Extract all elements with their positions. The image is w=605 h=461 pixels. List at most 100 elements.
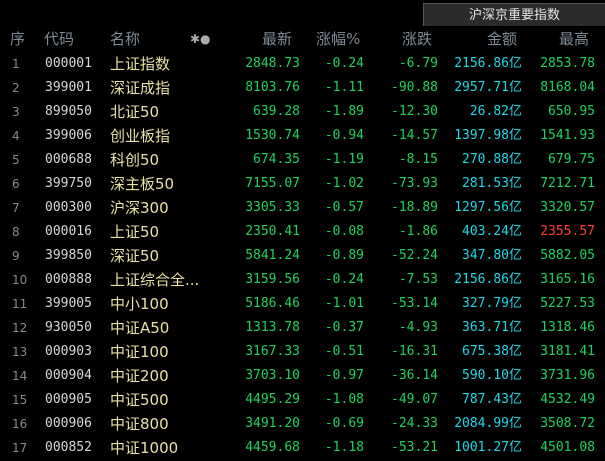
row-change-pct: -1.01: [324, 296, 364, 311]
table-row[interactable]: 1 000001 上证指数 2848.73 -0.24 -6.79 2156.86亿 2853…: [0, 52, 605, 76]
header-last-price[interactable]: 最新: [262, 26, 292, 52]
row-code: 000904: [45, 368, 92, 383]
table-row[interactable]: 17 000852 中证1000 4459.68 -1.18 -53.21 1001.27亿…: [0, 436, 605, 460]
header-high[interactable]: 最高: [559, 26, 589, 52]
row-index: 11: [12, 297, 28, 311]
header-name[interactable]: 名称: [110, 26, 140, 52]
row-code: 000852: [45, 440, 92, 455]
table-row[interactable]: 3 899050 北证50 639.28 -1.89 -12.30 26.82亿 650.95: [0, 100, 605, 124]
row-change-pct: -0.97: [324, 368, 364, 383]
favorite-star-icon[interactable]: ✱●: [190, 26, 211, 52]
table-row[interactable]: 15 000905 中证500 4495.29 -1.08 -49.07 787.43亿 45…: [0, 388, 605, 412]
row-amount: 281.53亿: [462, 176, 522, 191]
row-change: -53.21: [391, 440, 438, 455]
row-index: 15: [12, 393, 28, 407]
row-index: 3: [12, 105, 20, 119]
row-change-pct: -1.18: [324, 440, 364, 455]
table-row[interactable]: 4 399006 创业板指 1530.74 -0.94 -14.57 1397.98亿 154…: [0, 124, 605, 148]
row-change-pct: -0.51: [324, 344, 364, 359]
row-last-price: 4459.68: [245, 440, 300, 455]
row-amount: 363.71亿: [462, 320, 522, 335]
row-code: 399850: [45, 248, 92, 263]
row-change: -8.15: [398, 152, 438, 167]
row-high: 3165.16: [540, 272, 595, 287]
row-last-price: 2350.41: [245, 224, 300, 239]
row-index: 13: [12, 345, 28, 359]
row-index: 2: [12, 81, 20, 95]
row-index: 17: [12, 441, 28, 455]
row-amount: 675.38亿: [462, 344, 522, 359]
row-code: 000888: [45, 272, 92, 287]
table-row[interactable]: 12 930050 中证A50 1313.78 -0.37 -4.93 363.71亿 131…: [0, 316, 605, 340]
row-high: 1318.46: [540, 320, 595, 335]
row-change-pct: -0.69: [324, 416, 364, 431]
row-amount: 403.24亿: [462, 224, 522, 239]
header-change[interactable]: 涨跌: [402, 26, 432, 52]
row-code: 899050: [45, 104, 92, 119]
row-high: 5227.53: [540, 296, 595, 311]
tab-important-indices[interactable]: 沪深京重要指数: [423, 3, 605, 26]
row-index: 6: [12, 177, 20, 191]
row-change: -1.86: [398, 224, 438, 239]
row-code: 399750: [45, 176, 92, 191]
table-row[interactable]: 10 000888 上证综合全... 3159.56 -0.24 -7.53 2156.86…: [0, 268, 605, 292]
row-change: -53.14: [391, 296, 438, 311]
row-change-pct: -1.02: [324, 176, 364, 191]
row-index: 14: [12, 369, 28, 383]
table-row[interactable]: 13 000903 中证100 3167.33 -0.51 -16.31 675.38亿 31…: [0, 340, 605, 364]
row-amount: 787.43亿: [462, 392, 522, 407]
row-high: 4501.08: [540, 440, 595, 455]
row-high: 3181.41: [540, 344, 595, 359]
row-code: 000688: [45, 152, 92, 167]
row-change: -90.88: [391, 80, 438, 95]
row-change: -6.79: [398, 56, 438, 71]
row-last-price: 1313.78: [245, 320, 300, 335]
table-row[interactable]: 7 000300 沪深300 3305.33 -0.57 -18.89 1297.56亿 33…: [0, 196, 605, 220]
table-row[interactable]: 14 000904 中证200 3703.10 -0.97 -36.14 590.10亿 37…: [0, 364, 605, 388]
row-amount: 26.82亿: [469, 104, 522, 119]
row-last-price: 7155.07: [245, 176, 300, 191]
row-change: -49.07: [391, 392, 438, 407]
row-high: 3508.72: [540, 416, 595, 431]
row-change-pct: -0.08: [324, 224, 364, 239]
row-change: -4.93: [398, 320, 438, 335]
row-high: 7212.71: [540, 176, 595, 191]
row-last-price: 674.35: [253, 152, 300, 167]
row-amount: 347.80亿: [462, 248, 522, 263]
row-index: 10: [12, 273, 28, 287]
row-amount: 2084.99亿: [454, 416, 522, 431]
row-index: 7: [12, 201, 20, 215]
table-row[interactable]: 5 000688 科创50 674.35 -1.19 -8.15 270.88亿 679.75: [0, 148, 605, 172]
row-last-price: 2848.73: [245, 56, 300, 71]
row-last-price: 3167.33: [245, 344, 300, 359]
row-index: 5: [12, 153, 20, 167]
row-change: -7.53: [398, 272, 438, 287]
table-row[interactable]: 11 399005 中小100 5186.46 -1.01 -53.14 327.79亿 52…: [0, 292, 605, 316]
header-change-pct[interactable]: 涨幅%: [316, 26, 360, 52]
header-code[interactable]: 代码: [44, 26, 74, 52]
row-high: 1541.93: [540, 128, 595, 143]
row-index: 9: [12, 249, 20, 263]
row-index: 12: [12, 321, 28, 335]
row-code: 000906: [45, 416, 92, 431]
row-change-pct: -0.57: [324, 200, 364, 215]
row-change: -36.14: [391, 368, 438, 383]
row-code: 399005: [45, 296, 92, 311]
table-row[interactable]: 2 399001 深证成指 8103.76 -1.11 -90.88 2957.71亿 816…: [0, 76, 605, 100]
header-index[interactable]: 序: [10, 26, 25, 52]
row-change: -73.93: [391, 176, 438, 191]
table-row[interactable]: 9 399850 深证50 5841.24 -0.89 -52.24 347.80亿 5882…: [0, 244, 605, 268]
row-last-price: 1530.74: [245, 128, 300, 143]
row-change-pct: -1.89: [324, 104, 364, 119]
header-amount[interactable]: 金额: [487, 26, 517, 52]
table-row[interactable]: 6 399750 深主板50 7155.07 -1.02 -73.93 281.53亿 721…: [0, 172, 605, 196]
row-code: 930050: [45, 320, 92, 335]
row-high: 5882.05: [540, 248, 595, 263]
row-last-price: 3305.33: [245, 200, 300, 215]
table-row[interactable]: 8 000016 上证50 2350.41 -0.08 -1.86 403.24亿 2355.…: [0, 220, 605, 244]
row-change: -18.89: [391, 200, 438, 215]
row-index: 8: [12, 225, 20, 239]
table-row[interactable]: 16 000906 中证800 3491.20 -0.69 -24.33 2084.99亿 3…: [0, 412, 605, 436]
row-high: 3320.57: [540, 200, 595, 215]
row-amount: 2156.86亿: [454, 272, 522, 287]
